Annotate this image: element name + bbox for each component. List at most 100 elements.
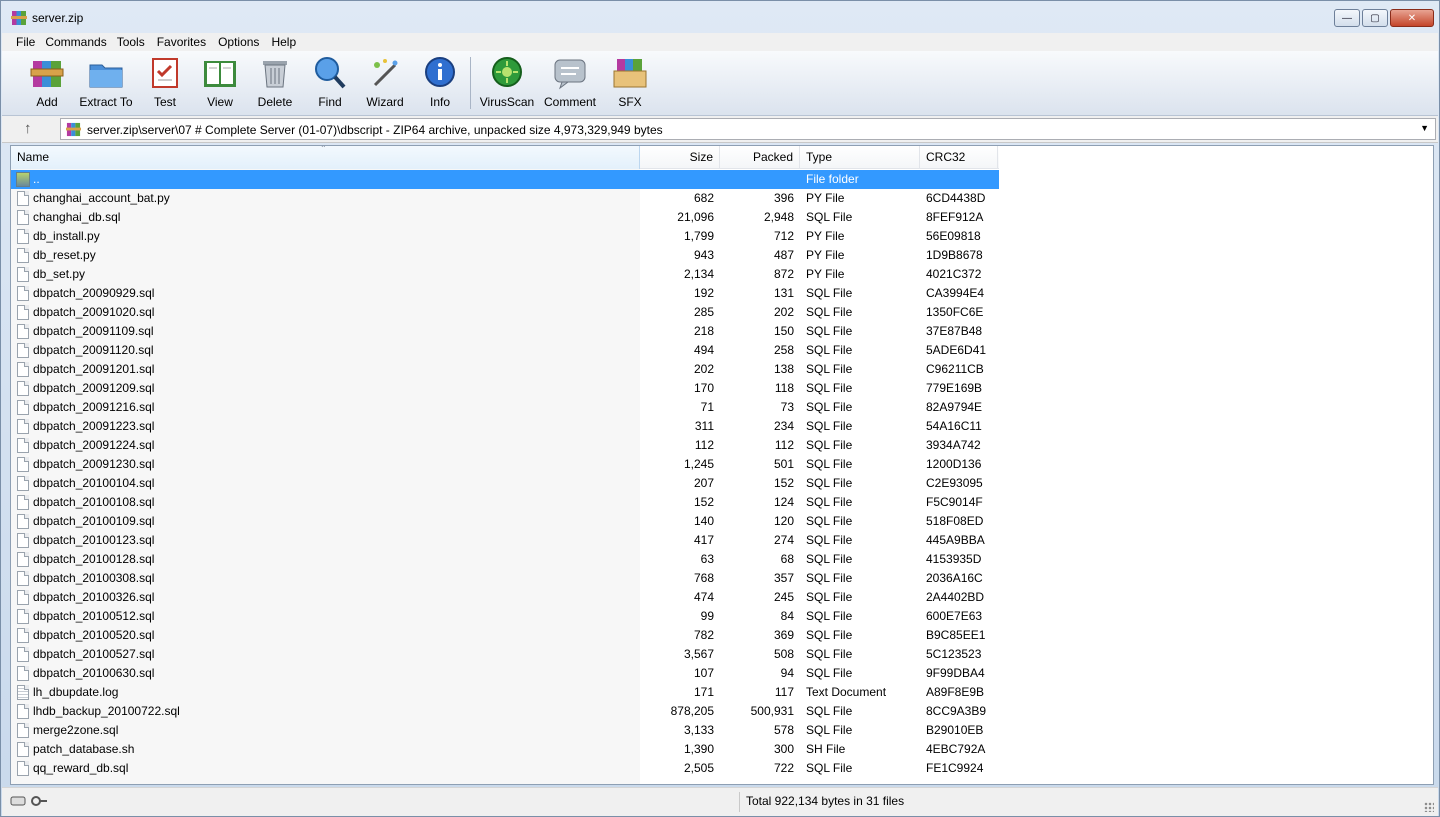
column-size[interactable]: Size: [640, 146, 720, 169]
table-row[interactable]: patch_database.sh 1,390 300 SH File 4EBC792A: [11, 740, 999, 759]
file-type: PY File: [806, 267, 845, 281]
file-name: lhdb_backup_20100722.sql: [11, 702, 640, 721]
file-type: SQL File: [806, 324, 853, 338]
file-size: 682: [693, 191, 714, 205]
title-bar[interactable]: server.zip — ▢ ✕: [1, 1, 1439, 33]
table-row[interactable]: dbpatch_20091120.sql 494 258 SQL File 5ADE6D…: [11, 341, 999, 360]
file-name: dbpatch_20100109.sql: [11, 512, 640, 531]
menu-help[interactable]: Help: [265, 33, 302, 51]
menu-tools[interactable]: Tools: [113, 33, 151, 51]
table-row[interactable]: db_reset.py 943 487 PY File 1D9B8678: [11, 246, 999, 265]
file-packed: 118: [774, 381, 794, 395]
find-button[interactable]: Find: [300, 55, 360, 109]
status-total: Total 922,134 bytes in 31 files: [746, 794, 905, 808]
table-row[interactable]: dbpatch_20100123.sql 417 274 SQL File 445A9B…: [11, 531, 999, 550]
column-name[interactable]: Name ⌃: [11, 146, 640, 169]
table-row[interactable]: dbpatch_20100527.sql 3,567 508 SQL File 5C12…: [11, 645, 999, 664]
file-name-text: qq_reward_db.sql: [33, 761, 129, 775]
table-row[interactable]: changhai_account_bat.py 682 396 PY File 6CD4…: [11, 189, 999, 208]
table-row[interactable]: dbpatch_20091109.sql 218 150 SQL File 37E87B…: [11, 322, 999, 341]
archive-icon: [66, 122, 81, 137]
column-packed[interactable]: Packed: [720, 146, 800, 169]
file-name: dbpatch_20091120.sql: [11, 341, 640, 360]
file-name-text: dbpatch_20100326.sql: [33, 590, 155, 604]
drive-key-icon[interactable]: [10, 794, 48, 808]
file-name: dbpatch_20091201.sql: [11, 360, 640, 379]
table-row[interactable]: lh_dbupdate.log 171 117 Text Document A89F8E…: [11, 683, 999, 702]
info-button[interactable]: Info: [410, 55, 470, 109]
comment-button[interactable]: Comment: [540, 55, 600, 109]
file-type: SQL File: [806, 704, 853, 718]
file-crc32: 1D9B8678: [926, 248, 983, 262]
table-row[interactable]: dbpatch_20090929.sql 192 131 SQL File CA3994…: [11, 284, 999, 303]
table-row[interactable]: dbpatch_20091209.sql 170 118 SQL File 779E16…: [11, 379, 999, 398]
file-type: SQL File: [806, 609, 853, 623]
file-type: SQL File: [806, 647, 853, 661]
table-row[interactable]: dbpatch_20091230.sql 1,245 501 SQL File 1200…: [11, 455, 999, 474]
chevron-down-icon[interactable]: ▼: [1420, 123, 1429, 133]
add-button[interactable]: Add: [17, 55, 77, 109]
file-type: PY File: [806, 248, 845, 262]
file-size: 285: [693, 305, 714, 319]
path-combobox[interactable]: server.zip\server\07 # Complete Server (…: [60, 118, 1436, 140]
file-type: SQL File: [806, 419, 853, 433]
delete-button[interactable]: Delete: [245, 55, 305, 109]
file-size: 218: [693, 324, 714, 338]
file-icon: [17, 590, 29, 605]
maximize-button[interactable]: ▢: [1362, 9, 1388, 27]
table-row[interactable]: db_set.py 2,134 872 PY File 4021C372: [11, 265, 999, 284]
column-crc32[interactable]: CRC32: [920, 146, 998, 169]
minimize-button[interactable]: —: [1334, 9, 1360, 27]
table-row[interactable]: merge2zone.sql 3,133 578 SQL File B29010EB: [11, 721, 999, 740]
table-row[interactable]: dbpatch_20091216.sql 71 73 SQL File 82A9794E: [11, 398, 999, 417]
table-row[interactable]: dbpatch_20100128.sql 63 68 SQL File 4153935D: [11, 550, 999, 569]
table-row[interactable]: dbpatch_20100108.sql 152 124 SQL File F5C901…: [11, 493, 999, 512]
table-row[interactable]: dbpatch_20091223.sql 311 234 SQL File 54A16C…: [11, 417, 999, 436]
sfx-button[interactable]: SFX: [600, 55, 660, 109]
file-packed: 500,931: [750, 704, 794, 718]
file-packed: 202: [773, 305, 794, 319]
menu-favorites[interactable]: Favorites: [151, 33, 212, 51]
test-checklist-icon: [152, 58, 178, 88]
table-row[interactable]: db_install.py 1,799 712 PY File 56E09818: [11, 227, 999, 246]
table-row[interactable]: dbpatch_20091224.sql 112 112 SQL File 3934A7…: [11, 436, 999, 455]
file-name: dbpatch_20100308.sql: [11, 569, 640, 588]
file-packed: 84: [780, 609, 794, 623]
resize-grip-icon[interactable]: [1424, 802, 1434, 812]
extract-to-button[interactable]: Extract To: [76, 55, 136, 109]
table-row[interactable]: dbpatch_20100104.sql 207 152 SQL File C2E930…: [11, 474, 999, 493]
menu-bar: File Commands Tools Favorites Options He…: [2, 33, 1438, 51]
virusscan-button[interactable]: VirusScan: [477, 55, 537, 109]
file-type: SH File: [806, 742, 846, 756]
table-row[interactable]: dbpatch_20100520.sql 782 369 SQL File B9C85E…: [11, 626, 999, 645]
menu-commands[interactable]: Commands: [41, 33, 112, 51]
file-size: 63: [700, 552, 714, 566]
table-row[interactable]: lhdb_backup_20100722.sql 878,205 500,931 SQ…: [11, 702, 999, 721]
comment-label: Comment: [543, 95, 596, 109]
menu-file[interactable]: File: [2, 33, 41, 51]
file-name: dbpatch_20100520.sql: [11, 626, 640, 645]
table-row[interactable]: dbpatch_20091201.sql 202 138 SQL File C96211…: [11, 360, 999, 379]
wizard-button[interactable]: Wizard: [355, 55, 415, 109]
file-list[interactable]: Name ⌃ Size Packed Type CRC32 .. File fol…: [10, 145, 1434, 785]
table-row[interactable]: qq_reward_db.sql 2,505 722 SQL File FE1C9924: [11, 759, 999, 778]
toolbar: Add Extract To Test View Delete Find Wiz…: [2, 51, 1438, 116]
menu-options[interactable]: Options: [212, 33, 265, 51]
table-row[interactable]: dbpatch_20100512.sql 99 84 SQL File 600E7E63: [11, 607, 999, 626]
table-row[interactable]: dbpatch_20091020.sql 285 202 SQL File 1350FC…: [11, 303, 999, 322]
table-row[interactable]: changhai_db.sql 21,096 2,948 SQL File 8FEF91…: [11, 208, 999, 227]
file-packed: 152: [773, 476, 794, 490]
test-button[interactable]: Test: [135, 55, 195, 109]
table-row[interactable]: dbpatch_20100630.sql 107 94 SQL File 9F99DBA…: [11, 664, 999, 683]
file-packed: 357: [773, 571, 794, 585]
close-button[interactable]: ✕: [1390, 9, 1434, 27]
table-row[interactable]: dbpatch_20100308.sql 768 357 SQL File 2036A1…: [11, 569, 999, 588]
table-row[interactable]: dbpatch_20100109.sql 140 120 SQL File 518F08…: [11, 512, 999, 531]
sfx-label: SFX: [618, 95, 642, 109]
table-row[interactable]: dbpatch_20100326.sql 474 245 SQL File 2A4402…: [11, 588, 999, 607]
status-bar: Total 922,134 bytes in 31 files: [2, 787, 1438, 816]
column-type[interactable]: Type: [800, 146, 920, 169]
parent-folder-row[interactable]: .. File folder: [11, 170, 999, 189]
up-one-level-icon[interactable]: ↑: [24, 120, 32, 137]
view-button[interactable]: View: [190, 55, 250, 109]
